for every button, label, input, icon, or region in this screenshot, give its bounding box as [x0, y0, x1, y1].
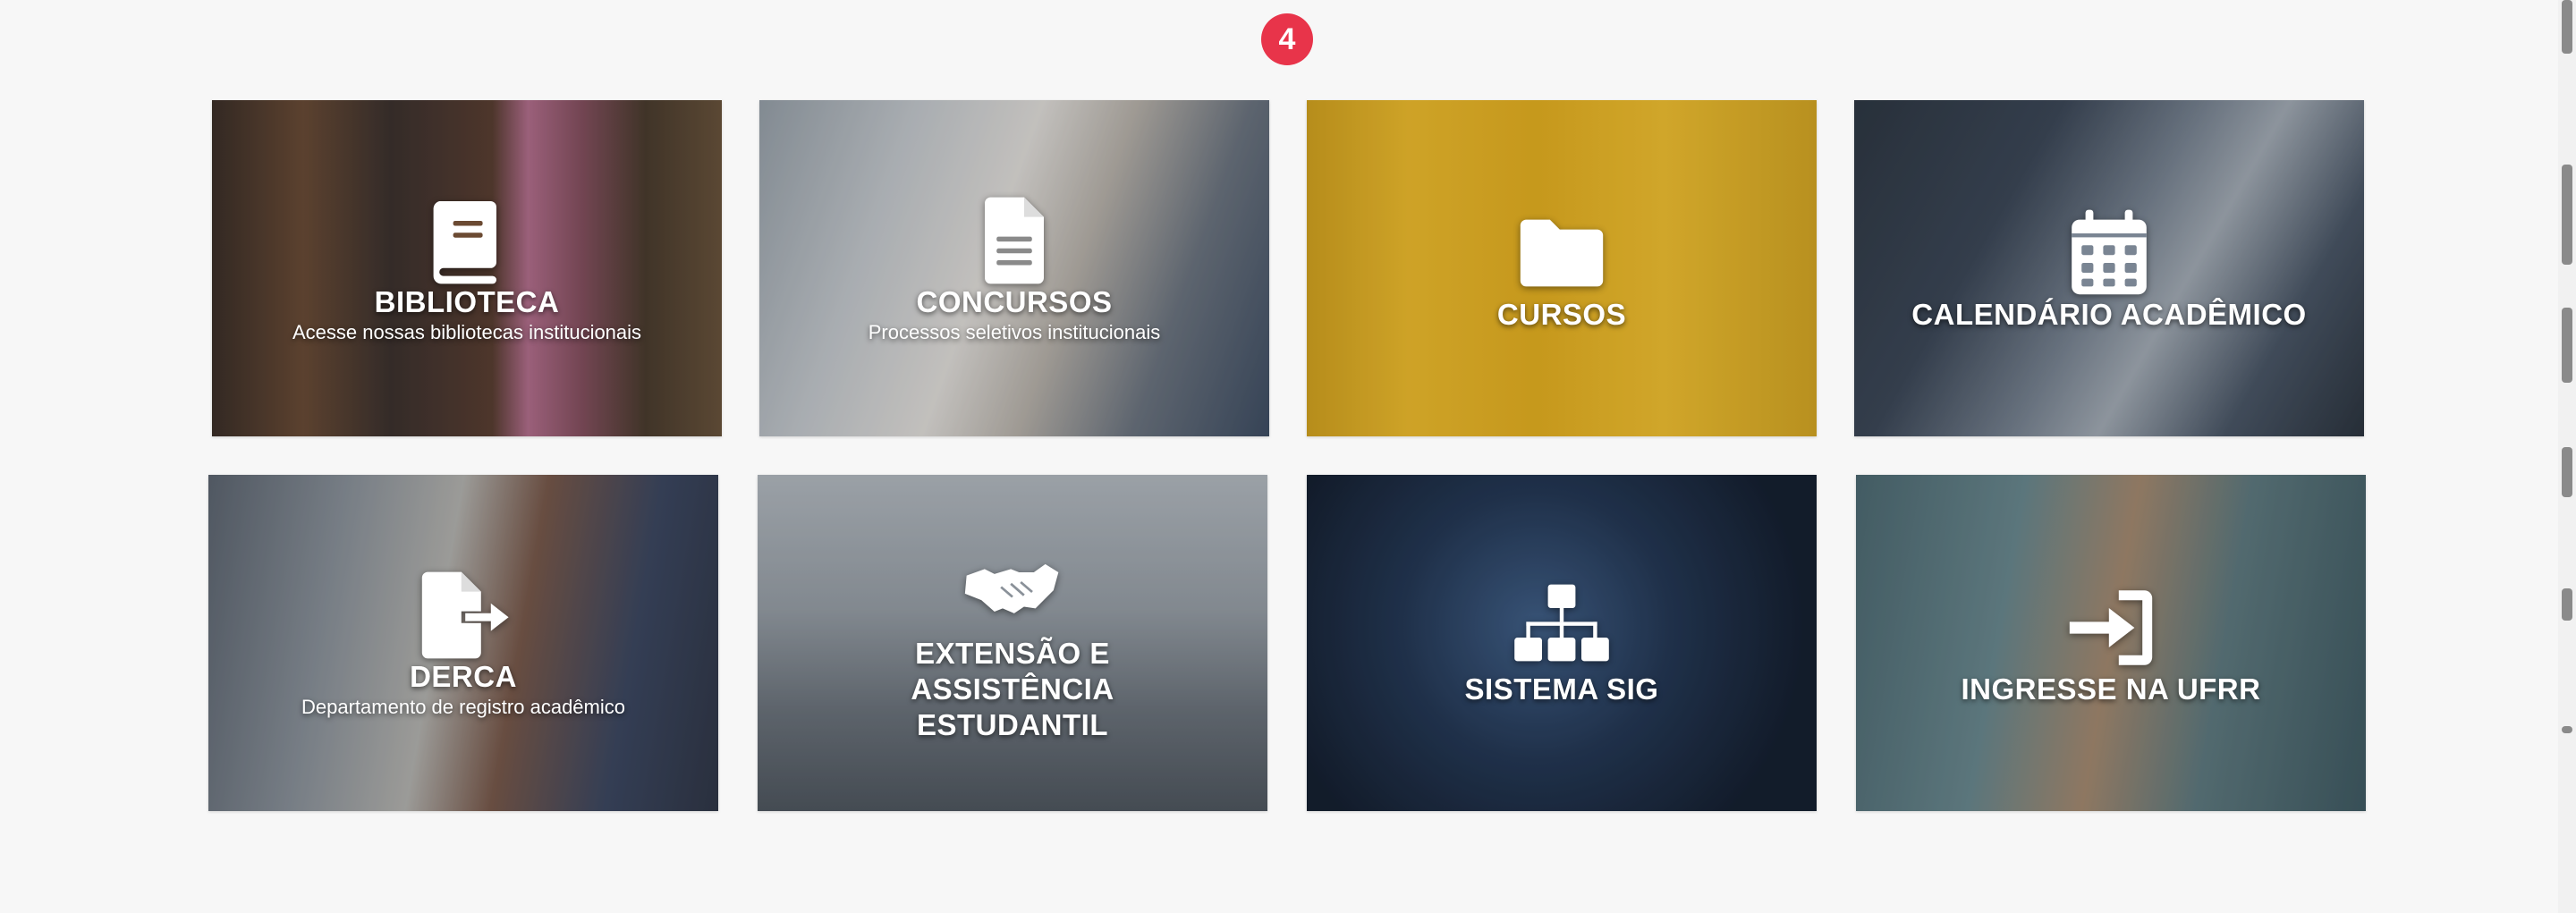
card-subtitle: Processos seletivos institucionais [868, 321, 1161, 343]
card-concursos[interactable]: CONCURSOS Processos seletivos institucio… [759, 100, 1269, 436]
scrollbar[interactable] [2558, 0, 2576, 913]
card-cursos[interactable]: CURSOS [1307, 100, 1817, 436]
folder-icon [1520, 219, 1604, 287]
card-title: SISTEMA SIG [1464, 672, 1659, 706]
card-extensao-assistencia[interactable]: EXTENSÃO E ASSISTÊNCIA ESTUDANTIL [758, 475, 1267, 811]
card-title: DERCA [410, 660, 517, 693]
handshake-icon [964, 563, 1059, 613]
card-subtitle: Departamento de registro acadêmico [301, 696, 625, 718]
card-biblioteca[interactable]: BIBLIOTECA Acesse nossas bibliotecas ins… [212, 100, 722, 436]
card-title: CURSOS [1496, 298, 1627, 331]
scroll-mark [2562, 588, 2572, 621]
scroll-mark [2562, 165, 2572, 265]
scroll-mark [2562, 308, 2572, 383]
notification-badge: 4 [1261, 13, 1313, 65]
card-ingresse-ufrr[interactable]: INGRESSE NA UFRR [1856, 475, 2366, 811]
scroll-mark [2562, 447, 2572, 497]
scroll-mark [2562, 0, 2572, 54]
card-title: INGRESSE NA UFRR [1961, 672, 2261, 706]
card-title: CALENDÁRIO ACADÊMICO [1911, 298, 2307, 331]
card-title: BIBLIOTECA [374, 285, 560, 318]
sign-in-icon [2069, 590, 2153, 665]
card-derca[interactable]: DERCA Departamento de registro acadêmico [208, 475, 718, 811]
network-icon [1514, 584, 1609, 662]
card-subtitle: Acesse nossas bibliotecas institucionais [292, 321, 642, 343]
card-title: CONCURSOS [916, 285, 1113, 318]
document-icon [985, 197, 1044, 284]
scroll-mark [2562, 726, 2572, 733]
file-export-icon [421, 571, 509, 659]
book-icon [433, 201, 496, 284]
card-calendario-academico[interactable]: CALENDÁRIO ACADÊMICO [1854, 100, 2364, 436]
card-sistema-sig[interactable]: SISTEMA SIG [1307, 475, 1817, 811]
card-title: EXTENSÃO E ASSISTÊNCIA ESTUDANTIL [911, 637, 1114, 741]
calendar-icon [2072, 209, 2147, 295]
